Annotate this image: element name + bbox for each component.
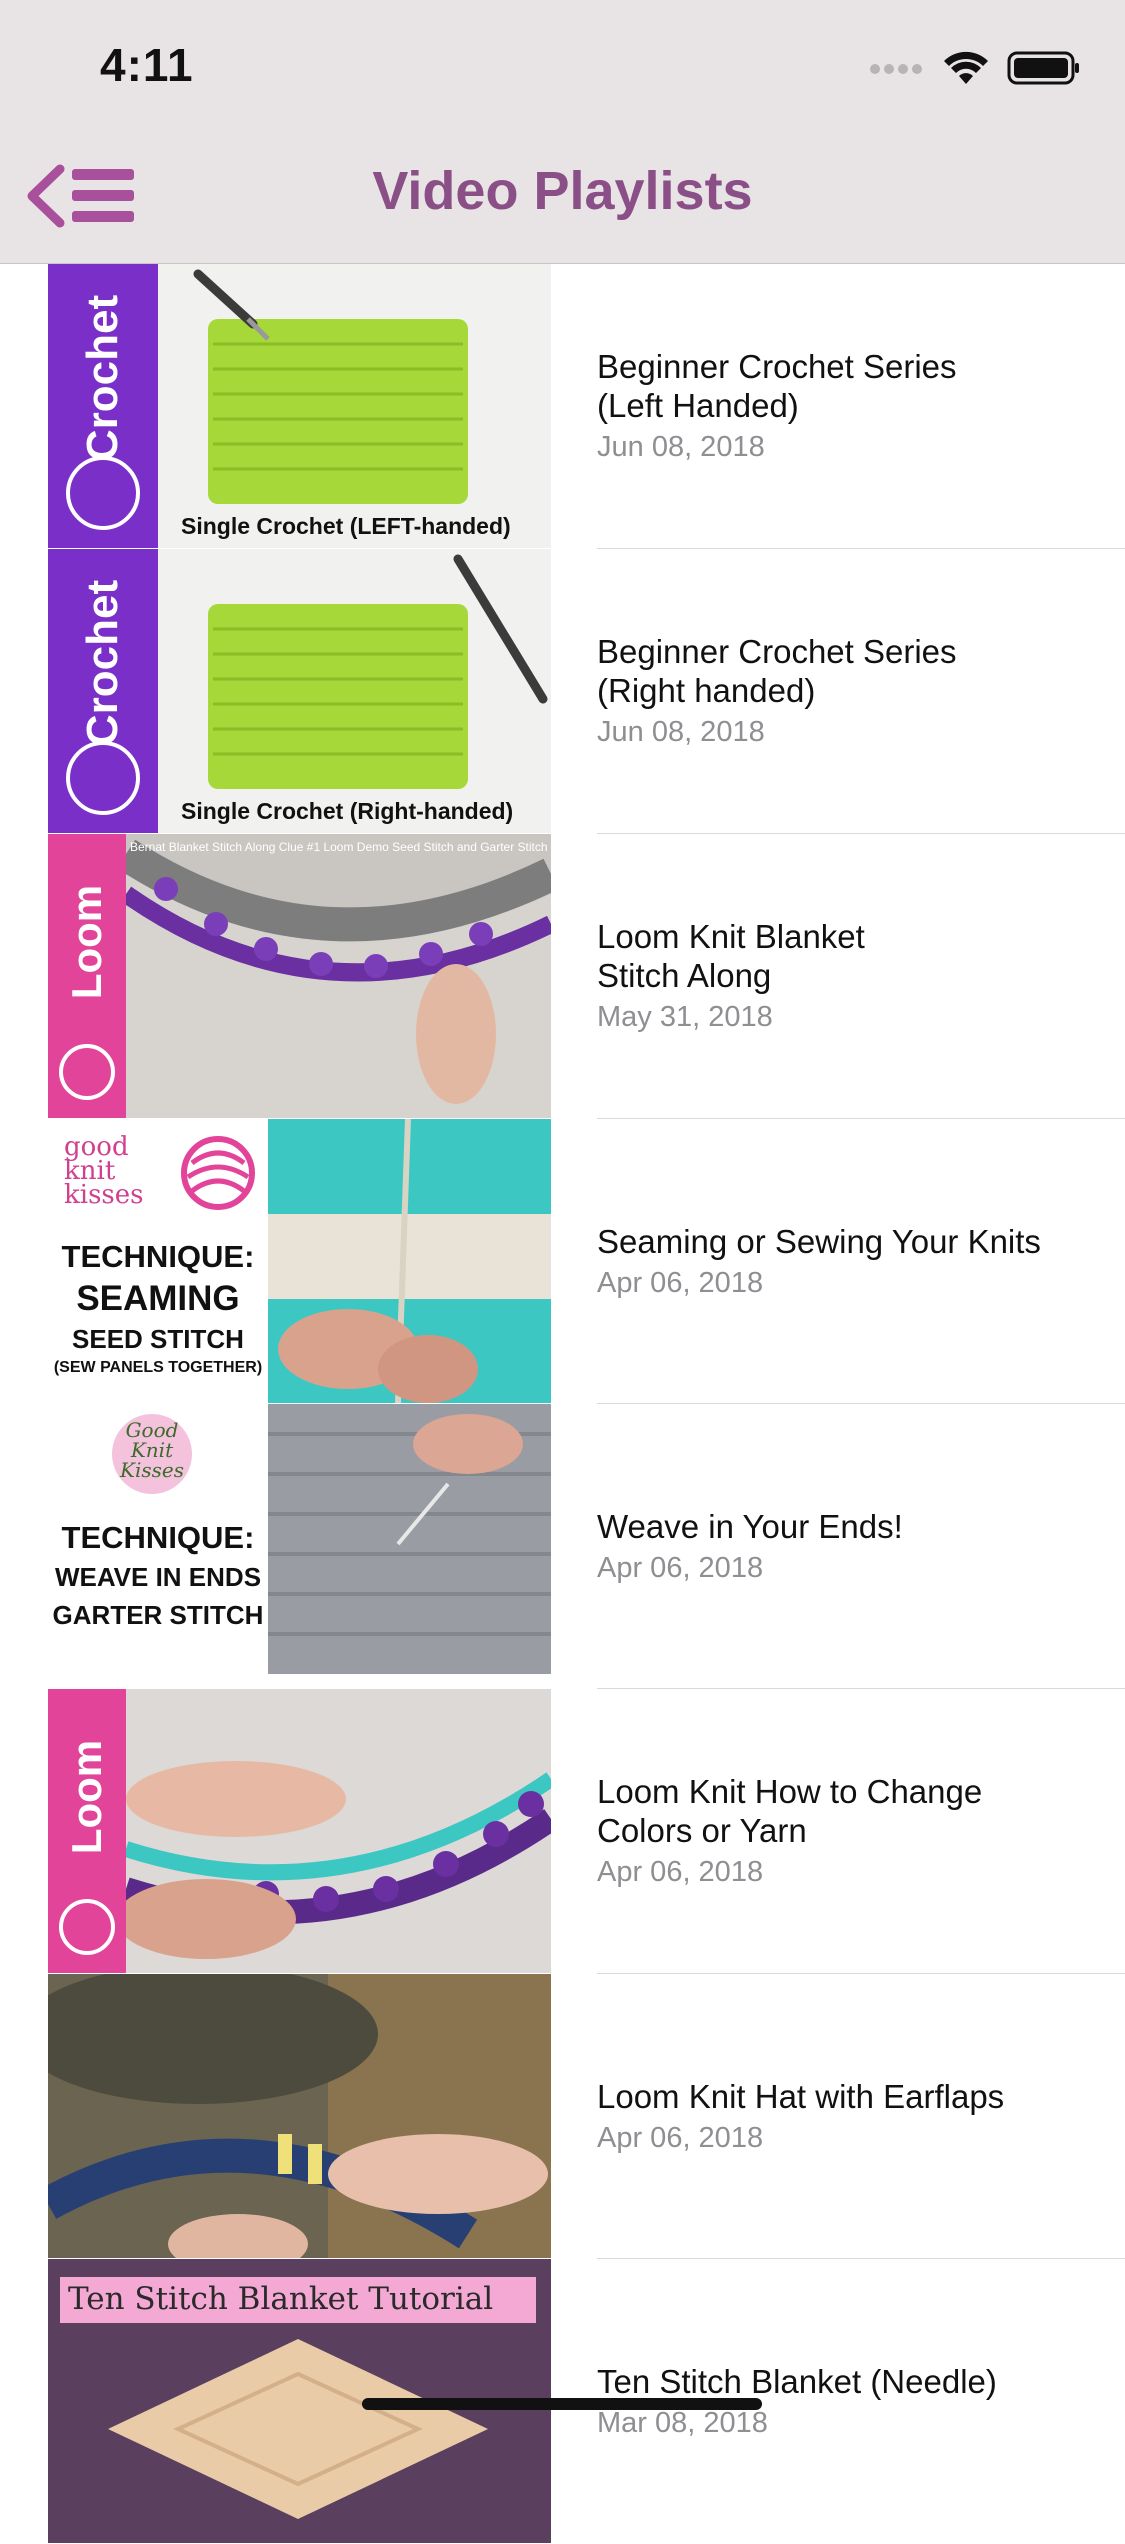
yarn-logo-icon	[66, 456, 140, 530]
yarn-logo-icon	[59, 1044, 115, 1100]
brand-logo: Good Knit Kisses	[120, 1418, 184, 1482]
page-title: Video Playlists	[372, 161, 753, 221]
thumbnail-caption: Bernat Blanket Stitch Along Clue #1 Loom…	[130, 840, 548, 854]
crochet-swatch-image	[158, 549, 551, 833]
playlist-title: Seaming or Sewing Your Knits	[597, 1222, 1041, 1260]
playlist-info: Beginner Crochet Series (Right handed) J…	[597, 549, 1105, 833]
playlist-title: Weave in Your Ends!	[597, 1507, 903, 1545]
technique-note: (SEW PANELS TOGETHER)	[53, 1359, 263, 1376]
technique-name: SEAMING	[76, 1279, 240, 1318]
category-label: Loom	[63, 884, 110, 1000]
category-strip: Loom	[48, 834, 126, 1118]
playlist-date: Apr 06, 2018	[597, 1856, 764, 1888]
playlist-info: Weave in Your Ends! Apr 06, 2018	[597, 1404, 1105, 1688]
playlist-row[interactable]: Loom Knit Hat with Earflaps Apr 06, 2018	[0, 1974, 1125, 2259]
playlist-date: Jun 08, 2018	[597, 716, 765, 748]
home-indicator[interactable]	[362, 2398, 762, 2410]
crochet-swatch-image	[158, 264, 551, 548]
playlist-title: Loom Knit Hat with Earflaps	[597, 2077, 1005, 2115]
playlist-thumbnail: Crochet Single Crochet (Right-handed)	[48, 549, 551, 833]
category-label: Crochet	[78, 294, 127, 461]
cellular-signal-icon	[869, 61, 925, 80]
category-strip: Crochet	[48, 549, 158, 833]
playlist-info: Loom Knit Hat with Earflaps Apr 06, 2018	[597, 1974, 1105, 2258]
status-indicators	[869, 50, 1081, 91]
playlist-date: Apr 06, 2018	[597, 2121, 764, 2154]
yarn-ball-icon	[181, 1136, 255, 1210]
category-label: Loom	[63, 1739, 110, 1855]
technique-panel: good knit kisses TECHNIQUE: SEAMING SEED…	[48, 1119, 268, 1403]
technique-stitch: GARTER STITCH	[52, 1600, 264, 1630]
playlist-thumbnail: Loom	[48, 1689, 551, 1973]
category-strip: Crochet	[48, 264, 158, 548]
technique-stitch: SEED STITCH	[72, 1324, 244, 1354]
yarn-logo-icon	[59, 1899, 115, 1955]
technique-panel: Good Knit Kisses TECHNIQUE: WEAVE IN END…	[48, 1404, 268, 1688]
loom-knitting-image	[126, 834, 551, 1118]
playlist-row[interactable]: Good Knit Kisses TECHNIQUE: WEAVE IN END…	[0, 1404, 1125, 1689]
loom-hat-photo	[48, 1974, 551, 2258]
playlist-title: Loom Knit How to Change Colors or Yarn	[597, 1773, 983, 1849]
playlist-title: Loom Knit Blanket Stitch Along	[597, 918, 865, 994]
playlist-title: Beginner Crochet Series (Right handed)	[597, 633, 957, 709]
playlist-date: May 31, 2018	[597, 1001, 773, 1033]
loom-color-change-photo	[126, 1689, 551, 1973]
technique-heading: TECHNIQUE:	[61, 1239, 255, 1274]
playlist-title: Ten Stitch Blanket (Needle)	[597, 2362, 997, 2400]
playlist-thumbnail: Good Knit Kisses TECHNIQUE: WEAVE IN END…	[48, 1404, 551, 1688]
playlist-date: Jun 08, 2018	[597, 431, 765, 463]
thumbnail-caption: Single Crochet (LEFT-handed)	[181, 513, 511, 539]
playlist-thumbnail	[48, 1974, 551, 2258]
thumbnail-caption: Single Crochet (Right-handed)	[181, 798, 514, 824]
battery-icon	[1007, 50, 1081, 91]
wifi-icon	[943, 50, 989, 91]
playlist-info: Loom Knit Blanket Stitch Along May 31, 2…	[597, 834, 1105, 1118]
playlist-row[interactable]: Crochet Single Crochet (LEFT-handed) Beg…	[0, 264, 1125, 549]
seaming-photo	[268, 1119, 551, 1403]
playlist-date: Apr 06, 2018	[597, 1266, 764, 1299]
playlist-thumbnail: Loom Bernat Blanket Stitch Along Clue #1…	[48, 834, 551, 1118]
brand-logo: good knit kisses	[64, 1132, 144, 1210]
playlist-list: Crochet Single Crochet (LEFT-handed) Beg…	[0, 264, 1125, 2544]
thumbnail-caption: Ten Stitch Blanket Tutorial	[68, 2281, 494, 2317]
category-strip: Loom	[48, 1689, 126, 1973]
top-bar: 4:11 Video Playlists	[0, 0, 1125, 264]
category-label: Crochet	[78, 579, 127, 746]
status-time: 4:11	[100, 39, 194, 91]
playlist-thumbnail: good knit kisses TECHNIQUE: SEAMING SEED…	[48, 1119, 551, 1403]
playlist-row[interactable]: Loom Bernat Blanket Stitch Along Clue #1…	[0, 834, 1125, 1119]
weaving-photo	[268, 1404, 551, 1674]
playlist-row[interactable]: Crochet Single Crochet (Right-handed) Be…	[0, 549, 1125, 834]
playlist-info: Beginner Crochet Series (Left Handed) Ju…	[597, 264, 1105, 548]
playlist-thumbnail: Crochet Single Crochet (LEFT-handed)	[48, 264, 551, 548]
technique-heading: TECHNIQUE:	[61, 1520, 255, 1555]
playlist-date: Apr 06, 2018	[597, 1551, 764, 1584]
playlist-row[interactable]: good knit kisses TECHNIQUE: SEAMING SEED…	[0, 1119, 1125, 1404]
playlist-title: Beginner Crochet Series (Left Handed)	[597, 348, 957, 424]
playlist-info: Seaming or Sewing Your Knits Apr 06, 201…	[597, 1119, 1105, 1403]
technique-name: WEAVE IN ENDS	[54, 1562, 262, 1592]
playlist-info: Loom Knit How to Change Colors or Yarn A…	[597, 1689, 1105, 1973]
yarn-logo-icon	[66, 741, 140, 815]
playlist-row[interactable]: Loom Loom Knit How to Change Colors or Y…	[0, 1689, 1125, 1974]
